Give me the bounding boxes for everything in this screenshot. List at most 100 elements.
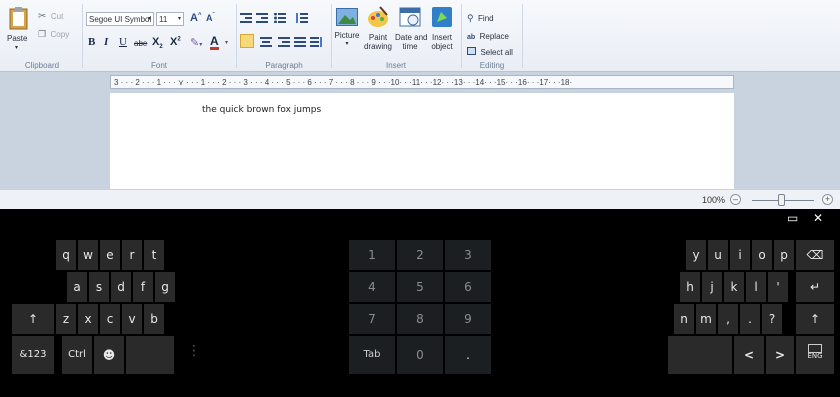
copy-button[interactable]: ❐ Copy xyxy=(38,24,78,39)
key-z[interactable]: z xyxy=(56,304,76,334)
select-all-label: Select all xyxy=(480,48,513,57)
font-family-select[interactable]: Segoe UI Symbol ▾ xyxy=(86,12,154,26)
zoom-in-icon[interactable]: + xyxy=(822,194,833,205)
document-text[interactable]: the quick brown fox jumps xyxy=(202,105,321,115)
key-8[interactable]: 8 xyxy=(397,304,443,334)
underline-button[interactable]: U xyxy=(119,36,127,48)
key-l[interactable]: l xyxy=(746,272,766,302)
key-shift-right[interactable]: ↑ xyxy=(796,304,834,334)
key-w[interactable]: w xyxy=(78,240,98,270)
picture-button[interactable]: Picture ▾ xyxy=(333,4,361,50)
minimize-keyboard-icon[interactable]: ▭ xyxy=(787,211,798,225)
key-9[interactable]: 9 xyxy=(445,304,491,334)
key-space-left[interactable] xyxy=(126,336,174,374)
key-shift-left[interactable]: ↑ xyxy=(12,304,54,334)
key-a[interactable]: a xyxy=(67,272,87,302)
key-k[interactable]: k xyxy=(724,272,744,302)
zoom-out-icon[interactable]: – xyxy=(730,194,741,205)
zoom-slider-thumb[interactable] xyxy=(778,194,785,206)
key-t[interactable]: t xyxy=(144,240,164,270)
font-family-value: Segoe UI Symbol xyxy=(89,15,152,24)
highlight-icon[interactable]: ✎▾ xyxy=(190,36,202,49)
backspace-icon[interactable]: ⌫ xyxy=(796,240,834,270)
document-page[interactable]: the quick brown fox jumps xyxy=(110,93,734,189)
grow-font-button[interactable]: A^ xyxy=(190,12,201,24)
key-1[interactable]: 1 xyxy=(349,240,395,270)
key-y[interactable]: y xyxy=(686,240,706,270)
key-x[interactable]: x xyxy=(78,304,98,334)
key-r[interactable]: r xyxy=(122,240,142,270)
key-s[interactable]: s xyxy=(89,272,109,302)
shrink-font-button[interactable]: Aˇ xyxy=(206,13,215,23)
key-i[interactable]: i xyxy=(730,240,750,270)
key-v[interactable]: v xyxy=(122,304,142,334)
enter-icon[interactable]: ↵ xyxy=(796,272,834,302)
font-color-button[interactable]: A xyxy=(210,35,219,50)
key-j[interactable]: j xyxy=(702,272,722,302)
key-period[interactable]: . xyxy=(740,304,760,334)
key-ctrl[interactable]: Ctrl xyxy=(62,336,92,374)
line-spacing-icon[interactable] xyxy=(296,13,312,23)
find-button[interactable]: ⚲ Find xyxy=(467,8,494,26)
decrease-indent-icon[interactable] xyxy=(240,13,252,23)
key-question[interactable]: ? xyxy=(762,304,782,334)
key-left-arrow[interactable]: < xyxy=(734,336,764,374)
key-h[interactable]: h xyxy=(680,272,700,302)
paragraph-settings-icon[interactable] xyxy=(310,37,322,47)
key-apostrophe[interactable]: ' xyxy=(768,272,788,302)
increase-indent-icon[interactable] xyxy=(256,13,268,23)
align-right-icon[interactable] xyxy=(278,37,290,47)
key-tab[interactable]: Tab xyxy=(349,336,395,374)
language-key[interactable]: ENG xyxy=(796,336,834,374)
key-d[interactable]: d xyxy=(111,272,131,302)
key-g[interactable]: g xyxy=(155,272,175,302)
key-b[interactable]: b xyxy=(144,304,164,334)
bold-button[interactable]: B xyxy=(88,36,95,48)
picture-label: Picture xyxy=(334,31,360,40)
key-space-right[interactable] xyxy=(668,336,732,374)
cut-button[interactable]: ✂ Cut xyxy=(38,6,78,22)
date-time-button[interactable]: Date and time xyxy=(395,4,427,51)
key-0[interactable]: 0 xyxy=(397,336,443,374)
italic-button[interactable]: I xyxy=(104,36,108,48)
key-c[interactable]: c xyxy=(100,304,120,334)
key-e[interactable]: e xyxy=(100,240,120,270)
bullet-list-icon[interactable] xyxy=(274,13,290,23)
font-size-select[interactable]: 11 ▾ xyxy=(156,12,184,26)
key-symbols[interactable]: &123 xyxy=(12,336,54,374)
key-3[interactable]: 3 xyxy=(445,240,491,270)
key-6[interactable]: 6 xyxy=(445,272,491,302)
key-7[interactable]: 7 xyxy=(349,304,395,334)
superscript-button[interactable]: X2 xyxy=(170,36,181,48)
key-f[interactable]: f xyxy=(133,272,153,302)
key-dot[interactable]: . xyxy=(445,336,491,374)
paste-button[interactable]: Paste ▾ xyxy=(6,4,32,52)
strikethrough-button[interactable]: abe xyxy=(134,39,147,48)
key-n[interactable]: n xyxy=(674,304,694,334)
key-u[interactable]: u xyxy=(708,240,728,270)
close-keyboard-icon[interactable]: ✕ xyxy=(813,211,823,225)
select-all-button[interactable]: Select all xyxy=(467,42,513,60)
subscript-button[interactable]: X2 xyxy=(152,36,163,50)
emoji-icon[interactable]: ☻ xyxy=(94,336,124,374)
align-left-icon[interactable] xyxy=(240,34,254,48)
justify-icon[interactable] xyxy=(294,37,306,47)
key-o[interactable]: o xyxy=(752,240,772,270)
key-2[interactable]: 2 xyxy=(397,240,443,270)
key-5[interactable]: 5 xyxy=(397,272,443,302)
key-p[interactable]: p xyxy=(774,240,794,270)
paint-drawing-label-2: drawing xyxy=(363,42,392,51)
paint-drawing-button[interactable]: Paint drawing xyxy=(363,4,393,51)
key-4[interactable]: 4 xyxy=(349,272,395,302)
key-comma[interactable]: , xyxy=(718,304,738,334)
key-m[interactable]: m xyxy=(696,304,716,334)
key-right-arrow[interactable]: > xyxy=(766,336,794,374)
insert-object-button[interactable]: Insert object xyxy=(427,4,457,51)
key-q[interactable]: q xyxy=(56,240,76,270)
paste-label: Paste xyxy=(7,34,28,43)
ruler[interactable]: 3 · · · 2 · · · 1 · · · ⋎ · · · 1 · · · … xyxy=(110,75,734,89)
chevron-down-icon[interactable]: ▾ xyxy=(225,39,228,46)
keyboard-drag-handle-icon[interactable]: ⋮ xyxy=(187,343,201,359)
align-center-icon[interactable] xyxy=(260,37,272,47)
ribbon: Paste ▾ ✂ Cut ❐ Copy Clipboard Segoe UI … xyxy=(0,0,840,72)
